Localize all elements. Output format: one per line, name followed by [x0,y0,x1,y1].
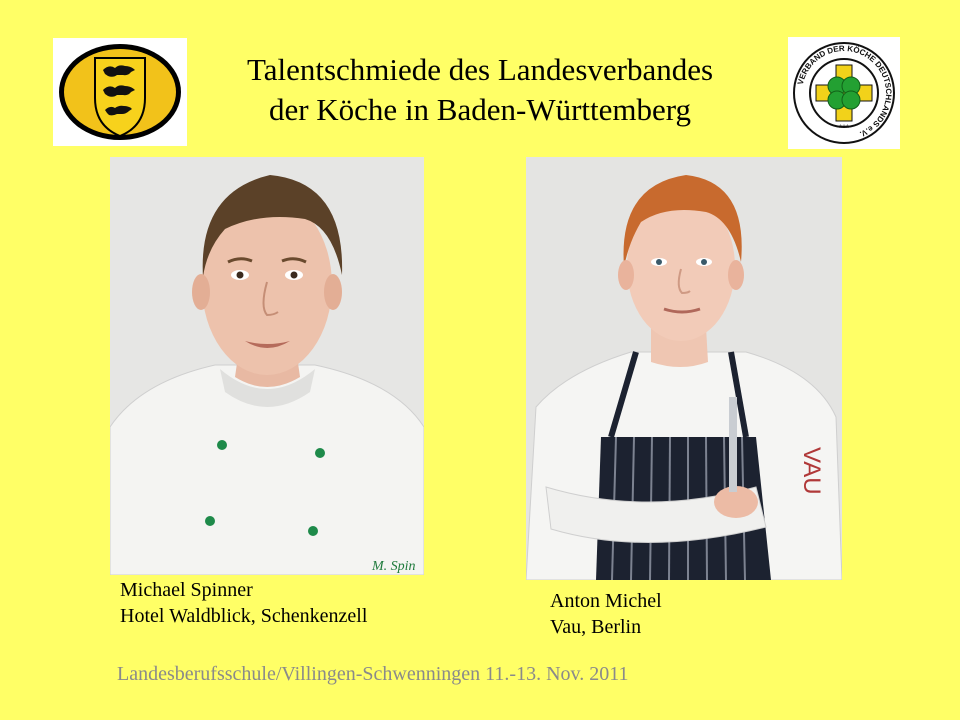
slide-footer: Landesberufsschule/Villingen-Schwenninge… [117,663,629,685]
svg-text:***: *** [839,123,850,133]
person-name: Michael Spinner [120,579,253,601]
vkd-logo: VERBAND DER KÖCHE DEUTSCHLANDS e.V. *** [788,37,900,149]
coat-of-arms-logo [53,38,187,146]
person-name: Anton Michel [550,590,662,612]
title-line-1: Talentschmiede des Landesverbandes [246,52,714,87]
slide-title: Talentschmiede des Landesverbandes der K… [180,50,780,130]
clover-icon: VERBAND DER KÖCHE DEUTSCHLANDS e.V. *** [793,42,895,144]
jacket-logo: VAU [798,447,825,495]
slide: Talentschmiede des Landesverbandes der K… [0,0,960,720]
jacket-embroidery: M. Spin [371,559,416,574]
caption-michael-spinner: Michael Spinner Hotel Waldblick, Schenke… [120,577,367,629]
chef-portrait: M. Spin [110,157,424,575]
chef-photo-michael-spinner: M. Spin [110,157,424,575]
person-workplace: Vau, Berlin [550,616,642,638]
coat-of-arms-icon [59,44,181,140]
caption-anton-michel: Anton Michel Vau, Berlin [550,588,662,640]
title-line-2: der Köche in Baden-Württemberg [268,92,692,127]
person-workplace: Hotel Waldblick, Schenkenzell [120,605,368,627]
chef-photo-anton-michel: VAU [526,157,842,580]
chef-portrait: VAU [526,157,842,580]
